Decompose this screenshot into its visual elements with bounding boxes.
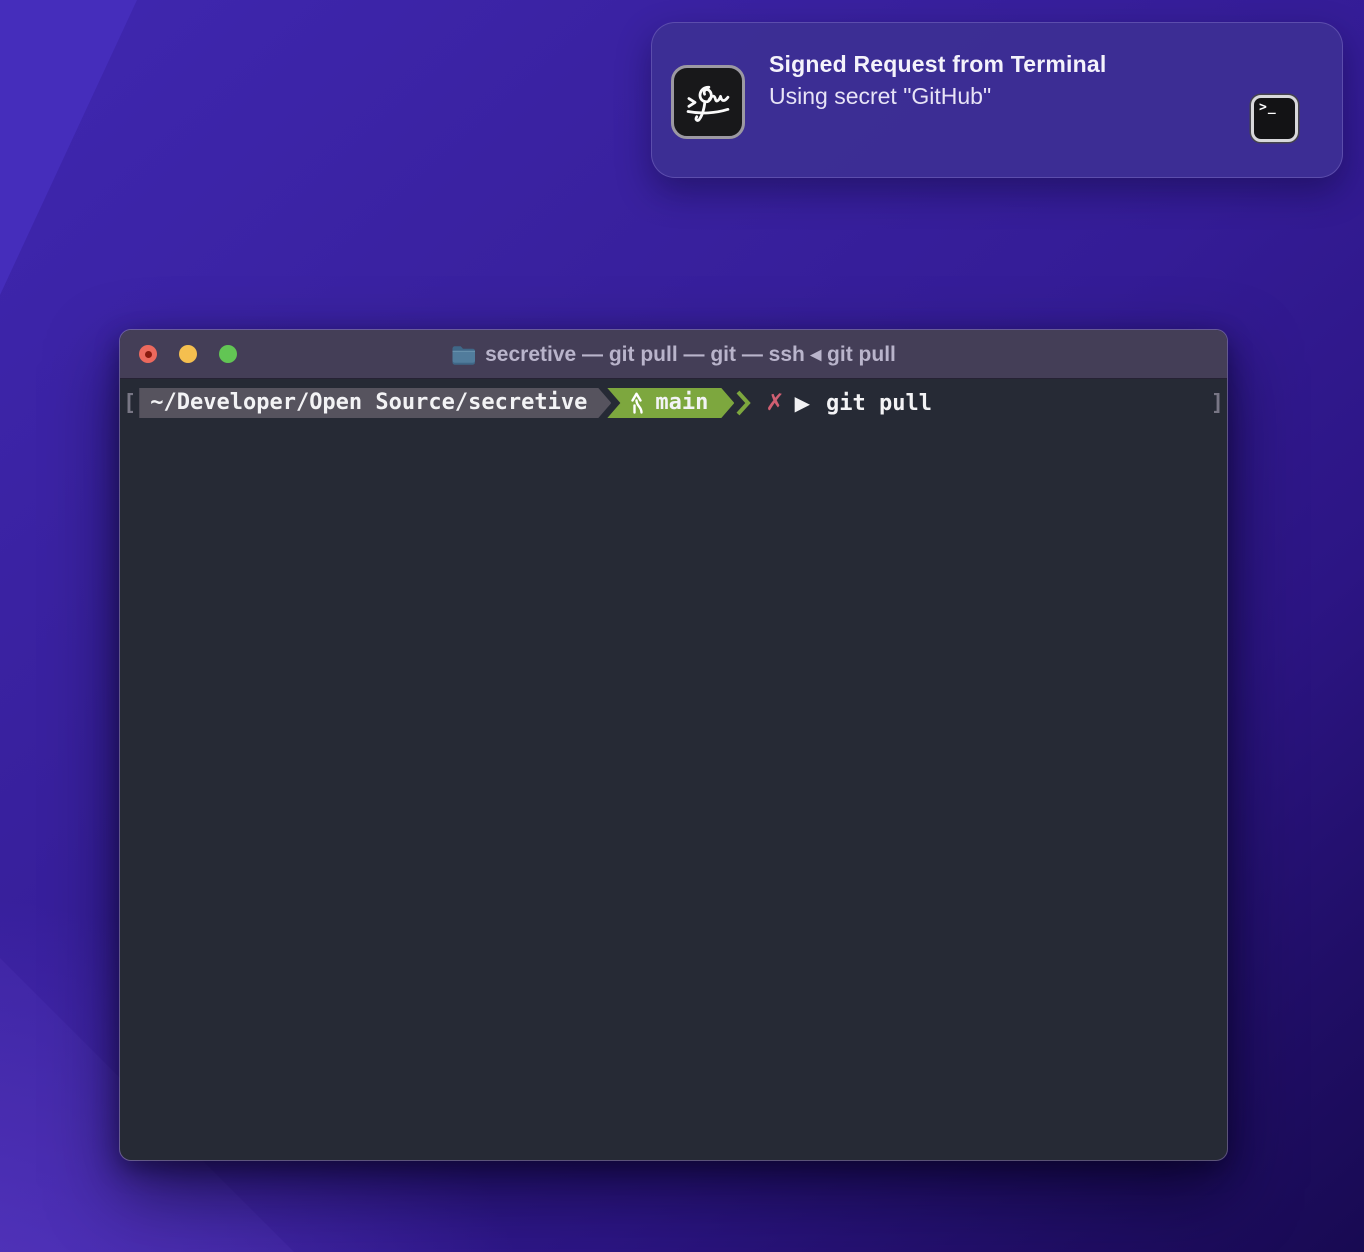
window-title-group: secretive — git pull — git — ssh ◂ git p…: [451, 342, 896, 367]
titlebar[interactable]: secretive — git pull — git — ssh ◂ git p…: [120, 330, 1227, 379]
chevron-right-icon: [736, 389, 751, 417]
prompt-line: [ ~/Developer/Open Source/secretive main…: [120, 388, 1227, 418]
git-branch-segment: main: [607, 388, 734, 418]
notification-banner[interactable]: Signed Request from Terminal Using secre…: [651, 22, 1343, 178]
terminal-window[interactable]: secretive — git pull — git — ssh ◂ git p…: [120, 330, 1227, 1160]
window-title: secretive — git pull — git — ssh ◂ git p…: [485, 342, 896, 367]
signature-icon: [682, 76, 734, 128]
prompt-arrow-icon: ▶: [795, 388, 810, 418]
notification-text: Signed Request from Terminal Using secre…: [769, 49, 1106, 111]
cwd-segment: ~/Developer/Open Source/secretive: [139, 388, 611, 418]
notification-title: Signed Request from Terminal: [769, 49, 1106, 79]
window-controls: [139, 330, 237, 378]
git-branch-name: main: [655, 388, 708, 418]
folder-icon: [451, 344, 476, 365]
prompt-right-bracket: ]: [1208, 391, 1227, 416]
close-button[interactable]: [139, 345, 157, 363]
unsaved-dot: [145, 351, 152, 358]
terminal-prompt-glyph: >_: [1259, 100, 1277, 115]
minimize-button[interactable]: [179, 345, 197, 363]
wallpaper-diagonal-band: [0, 0, 150, 310]
terminal-body[interactable]: [ ~/Developer/Open Source/secretive main…: [120, 379, 1227, 418]
typed-command: git pull: [826, 391, 932, 416]
zoom-button[interactable]: [219, 345, 237, 363]
status-error-mark: ✗: [765, 388, 784, 418]
terminal-app-icon: >_: [1251, 95, 1298, 142]
secretive-app-icon: [671, 65, 745, 139]
prompt-left-bracket: [: [120, 391, 139, 416]
notification-subtitle: Using secret "GitHub": [769, 81, 1106, 111]
git-branch-icon: [631, 392, 646, 414]
